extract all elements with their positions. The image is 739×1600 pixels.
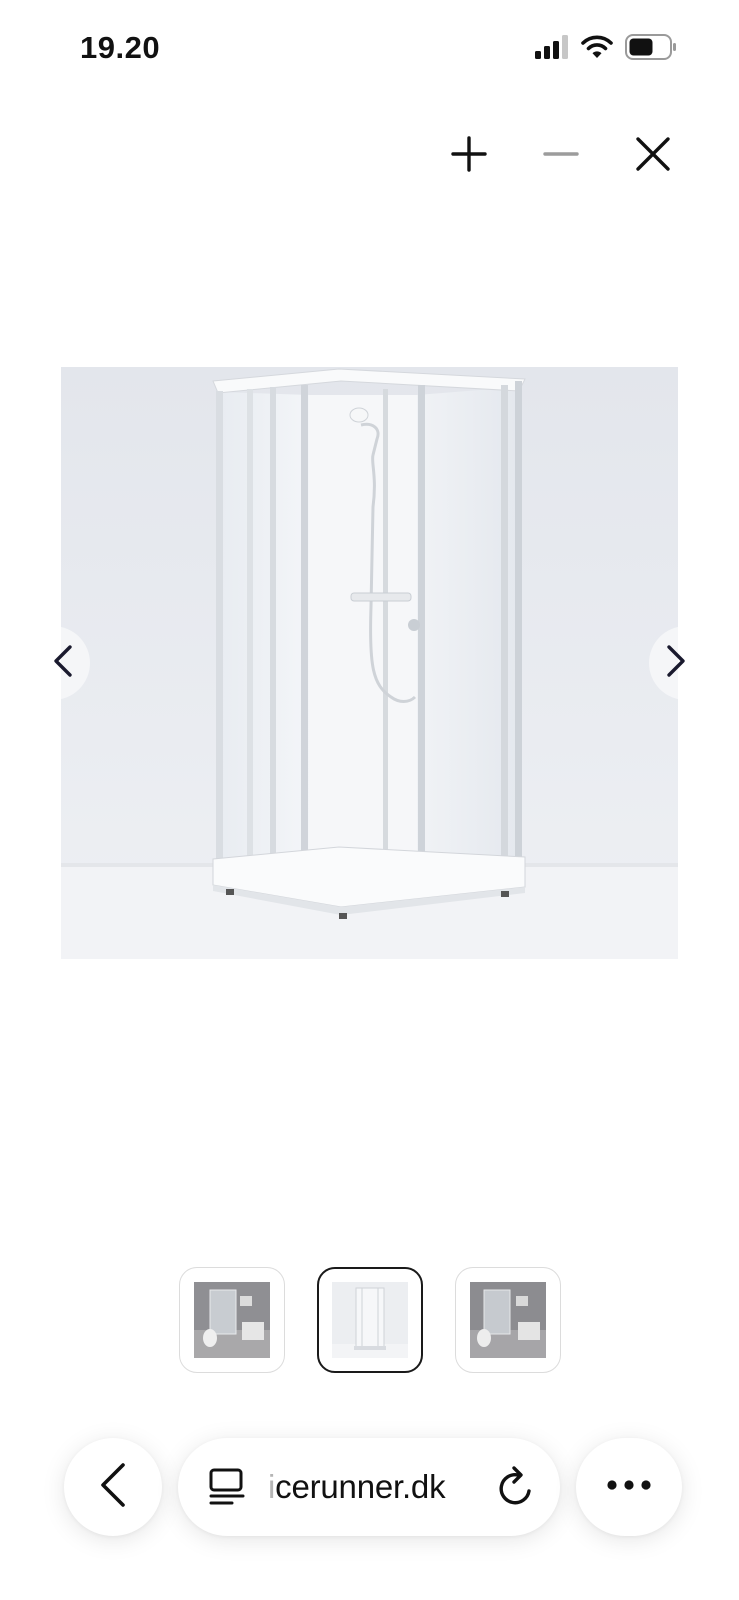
battery-icon — [625, 33, 677, 65]
thumbnail-image — [331, 1282, 408, 1358]
wifi-icon — [581, 35, 613, 64]
thumbnail-strip — [0, 1267, 739, 1373]
reader-mode-icon[interactable] — [208, 1468, 246, 1506]
url-domain: cerunner.dk — [275, 1468, 446, 1505]
zoom-out-button[interactable] — [537, 132, 585, 180]
main-product-image[interactable] — [61, 367, 678, 959]
plus-icon — [451, 135, 487, 177]
more-options-button[interactable] — [576, 1438, 682, 1536]
zoom-in-button[interactable] — [445, 132, 493, 180]
thumbnail-2[interactable] — [316, 1267, 423, 1373]
thumbnail-image — [469, 1282, 546, 1358]
status-bar: 19.20 — [0, 0, 739, 100]
thumbnail-1[interactable] — [178, 1267, 285, 1373]
address-bar[interactable]: icerunner.dk — [178, 1438, 560, 1536]
viewer-controls — [445, 132, 677, 180]
thumbnail-image — [193, 1282, 270, 1358]
chevron-left-icon — [52, 644, 74, 683]
back-arrow-icon — [99, 1462, 127, 1513]
more-options-icon — [606, 1478, 652, 1496]
status-time: 19.20 — [80, 30, 161, 65]
url-text: icerunner.dk — [268, 1468, 446, 1506]
minus-icon — [543, 136, 579, 177]
cellular-signal-icon — [535, 34, 569, 64]
close-icon — [635, 136, 671, 177]
chevron-right-icon — [665, 644, 687, 683]
status-icons — [535, 33, 677, 65]
reload-icon[interactable] — [496, 1465, 538, 1509]
browser-toolbar: icerunner.dk — [0, 1438, 739, 1538]
back-button[interactable] — [64, 1438, 162, 1536]
thumbnail-3[interactable] — [454, 1267, 561, 1373]
close-button[interactable] — [629, 132, 677, 180]
